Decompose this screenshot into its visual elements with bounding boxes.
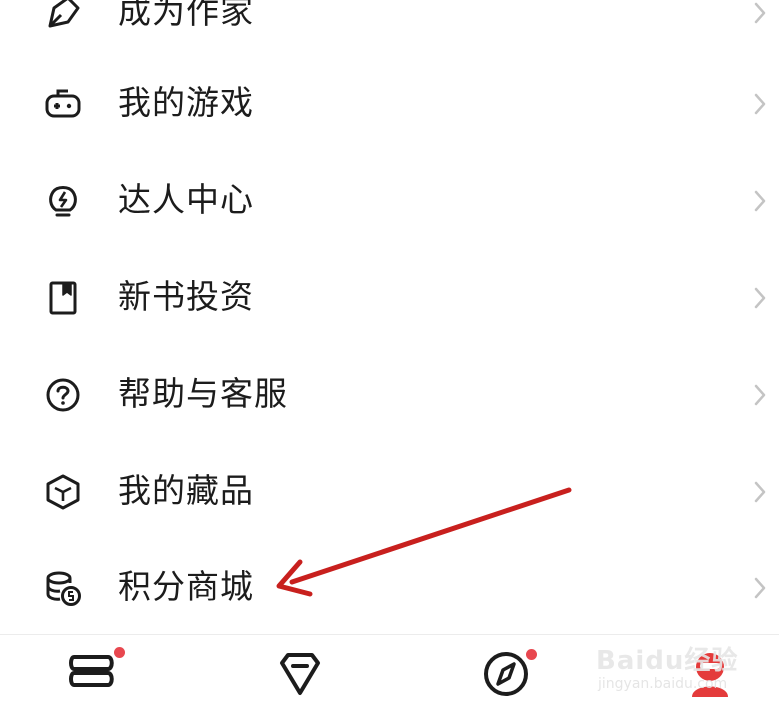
watermark-url: jingyan.baidu.com bbox=[598, 676, 728, 692]
bookmark-book-icon bbox=[49, 281, 77, 315]
diamond-icon bbox=[280, 653, 320, 695]
menu-item-new-book-investment[interactable]: 新书投资 bbox=[0, 249, 779, 345]
menu-item-label: 帮助与客服 bbox=[118, 374, 288, 413]
menu-item-points-mall[interactable]: 积分商城 bbox=[0, 539, 779, 635]
pen-nib-icon bbox=[48, 0, 80, 28]
chevron-right-icon bbox=[754, 2, 766, 24]
tab-bookshelf[interactable] bbox=[66, 647, 125, 699]
menu-item-label: 积分商城 bbox=[118, 567, 254, 606]
chevron-right-icon bbox=[754, 287, 766, 309]
menu-item-label: 我的藏品 bbox=[118, 471, 254, 510]
coins-icon bbox=[46, 571, 81, 606]
lightbulb-bolt-icon bbox=[49, 186, 77, 217]
menu-item-expert-center[interactable]: 达人中心 bbox=[0, 152, 779, 248]
chevron-right-icon bbox=[754, 577, 766, 599]
chevron-right-icon bbox=[754, 481, 766, 503]
tab-diamond[interactable] bbox=[272, 649, 328, 699]
menu-item-become-writer[interactable]: 成为作家 bbox=[0, 0, 779, 60]
gamepad-icon bbox=[45, 89, 81, 118]
chevron-right-icon bbox=[754, 190, 766, 212]
help-circle-icon bbox=[46, 378, 80, 412]
notification-dot bbox=[526, 649, 537, 660]
tab-discover[interactable] bbox=[478, 649, 537, 699]
chevron-right-icon bbox=[754, 384, 766, 406]
menu-item-label: 成为作家 bbox=[118, 0, 254, 31]
cube-icon bbox=[46, 474, 80, 510]
notification-dot bbox=[114, 647, 125, 658]
menu-item-label: 我的游戏 bbox=[118, 83, 254, 122]
watermark-brand: Baidu经验 bbox=[596, 646, 739, 676]
menu-item-label: 新书投资 bbox=[118, 277, 254, 316]
bookshelf-icon bbox=[69, 655, 114, 687]
menu-item-my-games[interactable]: 我的游戏 bbox=[0, 55, 779, 151]
watermark: Baidu经验 jingyan.baidu.com bbox=[596, 630, 746, 708]
menu-item-help-support[interactable]: 帮助与客服 bbox=[0, 346, 779, 442]
menu-item-label: 达人中心 bbox=[118, 180, 254, 219]
chevron-right-icon bbox=[754, 93, 766, 115]
menu-item-my-collection[interactable]: 我的藏品 bbox=[0, 443, 779, 539]
